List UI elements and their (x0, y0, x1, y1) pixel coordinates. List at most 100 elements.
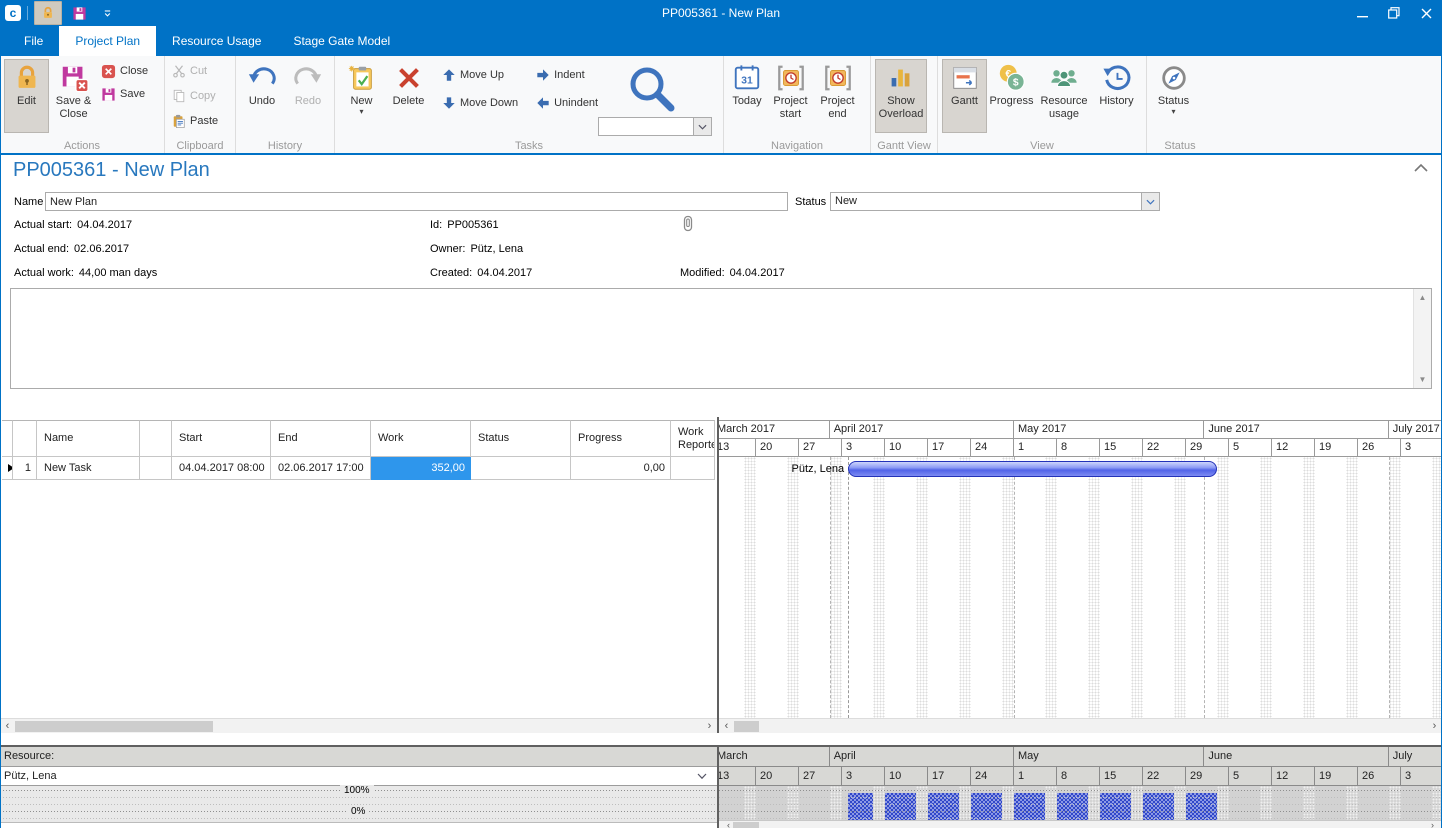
close-button[interactable] (1410, 0, 1442, 26)
scroll-left-arrow[interactable]: ‹ (719, 719, 734, 733)
utilization-scrollbar[interactable]: ‹ › (719, 820, 1442, 828)
scrollbar-thumb[interactable] (734, 721, 759, 732)
actual-start-value: 04.04.2017 (77, 219, 132, 231)
month-boundary-line (1389, 457, 1390, 718)
arrow-left-icon (536, 96, 550, 110)
grid-horizontal-scrollbar[interactable]: ‹ › (0, 718, 717, 733)
move-down-button[interactable]: Move Down (439, 93, 521, 113)
new-task-icon (347, 63, 377, 93)
qat-lock-button[interactable] (34, 1, 62, 25)
grid-header-work_reported[interactable]: Work Reported (671, 420, 715, 457)
weekend-stripe (830, 457, 842, 718)
gantt-horizontal-scrollbar[interactable]: ‹ › (719, 718, 1442, 733)
gantt-button[interactable]: Gantt (942, 59, 987, 133)
today-button[interactable]: 31 Today (728, 59, 766, 133)
edit-button[interactable]: Edit (4, 59, 49, 133)
redo-button[interactable]: Redo (286, 59, 330, 133)
resource-panel-footer (0, 822, 717, 828)
grid-row-cell-start[interactable]: 04.04.2017 08:00 (172, 457, 271, 480)
tab-stage-gate-model[interactable]: Stage Gate Model (277, 26, 406, 56)
grid-row-cell-work_reported[interactable] (671, 457, 715, 480)
task-search-combobox[interactable] (598, 117, 712, 136)
grid-header-status[interactable]: Status (471, 420, 571, 457)
lock-icon (41, 6, 55, 20)
dropdown-button[interactable] (1141, 193, 1159, 210)
move-up-button[interactable]: Move Up (439, 65, 521, 85)
tab-project-plan[interactable]: Project Plan (59, 26, 156, 56)
paste-button[interactable]: Paste (169, 111, 221, 131)
qat-customize-button[interactable] (97, 2, 118, 24)
project-end-button[interactable]: Project end (815, 59, 860, 133)
progress-button[interactable]: € $ Progress (989, 59, 1034, 133)
edit-label: Edit (17, 95, 36, 108)
grid-row-cell-num[interactable]: 1 (13, 457, 37, 480)
scroll-right-arrow[interactable]: › (702, 719, 717, 733)
resource-usage-button[interactable]: Resource usage (1036, 59, 1092, 133)
grid-row-cell-work[interactable]: 352,00 (371, 457, 471, 480)
scroll-left-arrow[interactable]: ‹ (0, 719, 15, 733)
history-view-button[interactable]: History (1094, 59, 1139, 133)
delete-task-button[interactable]: Delete (386, 59, 431, 133)
chevron-down-icon: ▾ (1171, 110, 1175, 114)
dropdown-button[interactable] (693, 118, 711, 135)
new-task-button[interactable]: New ▾ (339, 59, 384, 133)
close-label: Close (120, 65, 148, 77)
app-icon[interactable]: c (5, 5, 21, 21)
minimize-button[interactable] (1346, 0, 1378, 26)
actual-end-row: Actual end:02.06.2017 (14, 243, 129, 255)
ribbon: Edit Save & Close Close (0, 56, 1442, 155)
save-and-close-button[interactable]: Save & Close (51, 59, 96, 133)
status-select[interactable]: New (830, 192, 1160, 211)
grid-header-work[interactable]: Work (371, 420, 471, 457)
notes-textarea[interactable]: ▲ ▼ (10, 288, 1432, 389)
gantt-task-bar[interactable] (848, 461, 1217, 477)
tab-file[interactable]: File (8, 26, 59, 56)
indent-button[interactable]: Indent (533, 65, 601, 85)
grid-row-cell-status[interactable] (471, 457, 571, 480)
collapse-chevron-icon[interactable] (1414, 163, 1428, 172)
copy-icon (172, 89, 186, 103)
scroll-up-arrow[interactable]: ▲ (1414, 289, 1431, 306)
grid-row-cell-flag[interactable] (140, 457, 172, 480)
tab-resource-usage[interactable]: Resource Usage (156, 26, 277, 56)
grid-header-num[interactable] (13, 420, 37, 457)
save-button[interactable]: Save (98, 84, 151, 104)
chevron-down-icon (103, 9, 112, 18)
grid-header-indicator[interactable] (2, 420, 13, 457)
cut-button[interactable]: Cut (169, 61, 221, 81)
unindent-button[interactable]: Unindent (533, 93, 601, 113)
grid-header-start[interactable]: Start (172, 420, 271, 457)
grid-header-progress[interactable]: Progress (571, 420, 671, 457)
grid-header-end[interactable]: End (271, 420, 371, 457)
attachment-icon[interactable] (683, 215, 693, 233)
grid-row-cell-progress[interactable]: 0,00 (571, 457, 671, 480)
name-input[interactable]: New Plan (45, 192, 788, 211)
notes-scrollbar[interactable]: ▲ ▼ (1413, 289, 1431, 388)
utilization-plot-area (719, 786, 1442, 820)
scrollbar-thumb[interactable] (15, 721, 213, 732)
resource-select[interactable]: Pütz, Lena (0, 767, 717, 786)
grid-row-cell-name[interactable]: New Task (37, 457, 140, 480)
actual-start-label: Actual start: (14, 219, 72, 231)
undo-button[interactable]: Undo (240, 59, 284, 133)
scrollbar-thumb[interactable] (733, 822, 759, 828)
grid-row-cell-indicator[interactable] (2, 457, 13, 480)
qat-save-button[interactable] (66, 2, 93, 24)
save-and-close-label: Save & Close (56, 95, 91, 120)
grid-header-flag[interactable] (140, 420, 172, 457)
show-overload-button[interactable]: Show Overload (875, 59, 927, 133)
scroll-down-arrow[interactable]: ▼ (1414, 371, 1431, 388)
scroll-right-arrow[interactable]: › (1427, 719, 1442, 733)
close-plan-button[interactable]: Close (98, 61, 151, 81)
copy-button[interactable]: Copy (169, 86, 221, 106)
scroll-right-arrow[interactable]: › (1425, 821, 1440, 828)
grid-header-name[interactable]: Name (37, 420, 140, 457)
project-start-button[interactable]: Project start (768, 59, 813, 133)
weekend-stripe (787, 786, 799, 820)
restore-button[interactable] (1378, 0, 1410, 26)
search-icon[interactable] (625, 62, 677, 114)
status-button[interactable]: Status ▾ (1151, 59, 1196, 133)
weekend-stripe (1088, 786, 1100, 820)
grid-row-cell-end[interactable]: 02.06.2017 17:00 (271, 457, 371, 480)
weekend-stripe (1346, 786, 1358, 820)
